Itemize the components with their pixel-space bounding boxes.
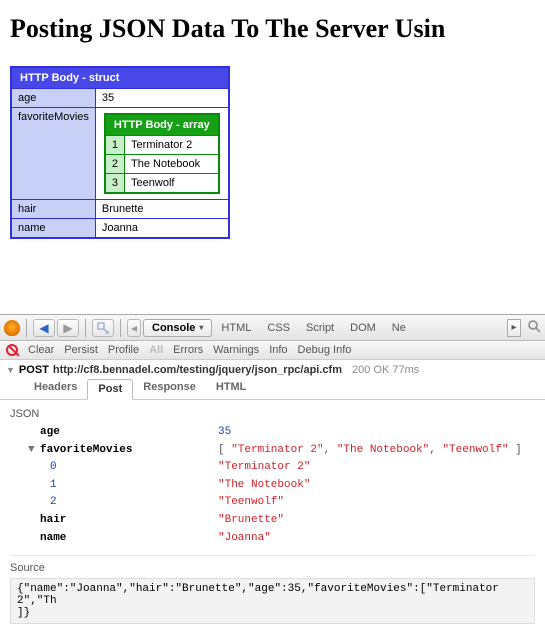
panel-prev-button[interactable]: ◂ — [127, 319, 141, 337]
request-status: 200 OK 77ms — [352, 364, 419, 376]
source-section-header: Source — [10, 555, 535, 578]
twisty-down-icon[interactable]: ▼ — [28, 442, 40, 460]
nav-forward-button[interactable]: ▶ — [57, 319, 79, 337]
tab-dom[interactable]: DOM — [343, 319, 383, 337]
tab-html2[interactable]: HTML — [206, 378, 257, 399]
tab-headers[interactable]: Headers — [24, 378, 87, 399]
json-idx-0: 0 — [28, 461, 57, 473]
json-section-header: JSON — [10, 406, 535, 424]
json-val-name: "Joanna" — [218, 530, 271, 548]
request-line[interactable]: ▼ POST http://cf8.bennadel.com/testing/j… — [0, 360, 545, 378]
json-key-hair: hair — [40, 514, 66, 526]
post-panel: JSON age 35 ▼favoriteMovies [ [ "Termina… — [0, 399, 545, 632]
dump-struct-table: HTTP Body - struct age 35 favoriteMovies… — [10, 66, 230, 239]
dump-val-age: 35 — [95, 89, 228, 108]
tab-css[interactable]: CSS — [260, 319, 297, 337]
toolbar-separator — [120, 319, 121, 337]
json-key-favoriteMovies: favoriteMovies — [40, 444, 132, 456]
request-url: http://cf8.bennadel.com/testing/jquery/j… — [53, 364, 342, 376]
json-val-0: "Terminator 2" — [218, 459, 310, 477]
json-idx-1: 1 — [28, 479, 57, 491]
filter-all[interactable]: All — [149, 344, 163, 356]
request-subtabs: Headers Post Response HTML — [0, 378, 545, 399]
source-text: {"name":"Joanna","hair":"Brunette","age"… — [10, 578, 535, 624]
tab-script[interactable]: Script — [299, 319, 341, 337]
console-tab-label: Console — [152, 322, 195, 334]
dump-key-age: age — [11, 89, 95, 108]
console-tab[interactable]: Console ▾ — [143, 319, 212, 337]
firebug-icon[interactable] — [4, 320, 20, 336]
dump-array-val: Terminator 2 — [125, 136, 219, 155]
dump-val-hair: Brunette — [95, 200, 228, 219]
json-idx-2: 2 — [28, 496, 57, 508]
filter-debug[interactable]: Debug Info — [298, 344, 352, 356]
dump-array-header: HTTP Body - array — [105, 114, 219, 136]
inspect-button[interactable] — [92, 319, 114, 337]
tab-response[interactable]: Response — [133, 378, 206, 399]
twisty-down-icon[interactable]: ▼ — [6, 365, 15, 375]
filter-warnings[interactable]: Warnings — [213, 344, 259, 356]
dump-key-hair: hair — [11, 200, 95, 219]
page-title: Posting JSON Data To The Server Usin — [10, 14, 535, 44]
dump-struct-header: HTTP Body - struct — [11, 67, 229, 89]
toolbar-separator — [85, 319, 86, 337]
json-val-2: "Teenwolf" — [218, 494, 284, 512]
firebug-toolbar: ◀ ▶ ◂ Console ▾ HTML CSS Script DOM Ne ▸ — [0, 315, 545, 341]
dump-val-favoriteMovies: HTTP Body - array 1 Terminator 2 2 The N… — [95, 108, 228, 200]
dump-key-name: name — [11, 219, 95, 239]
json-key-age: age — [40, 426, 60, 438]
json-val-favoriteMovies: [ [ "Terminator 2", "The Notebook", "Tee… — [218, 442, 522, 460]
request-method: POST — [19, 364, 49, 376]
json-key-name: name — [40, 532, 66, 544]
nav-back-button[interactable]: ◀ — [33, 319, 55, 337]
dump-array-idx: 3 — [105, 174, 125, 194]
json-val-age: 35 — [218, 424, 231, 442]
dump-array-idx: 2 — [105, 155, 125, 174]
tab-html[interactable]: HTML — [214, 319, 258, 337]
dump-array-val: Teenwolf — [125, 174, 219, 194]
persist-button[interactable]: Persist — [64, 344, 98, 356]
search-icon[interactable] — [527, 319, 541, 336]
dump-val-name: Joanna — [95, 219, 228, 239]
dump-array-table: HTTP Body - array 1 Terminator 2 2 The N… — [104, 113, 220, 194]
dump-array-val: The Notebook — [125, 155, 219, 174]
toolbar-separator — [26, 319, 27, 337]
tab-net[interactable]: Ne — [385, 319, 413, 337]
dropdown-icon: ▾ — [199, 323, 203, 332]
clear-button[interactable]: Clear — [28, 344, 54, 356]
firebug-panel: ◀ ▶ ◂ Console▾ HTML CSS Script DOM Ne ▸ … — [0, 314, 545, 632]
json-tree: age 35 ▼favoriteMovies [ [ "Terminator 2… — [10, 424, 535, 547]
filter-info[interactable]: Info — [269, 344, 287, 356]
json-val-1: "The Notebook" — [218, 477, 310, 495]
profile-button[interactable]: Profile — [108, 344, 139, 356]
tab-post[interactable]: Post — [87, 379, 133, 400]
filter-errors[interactable]: Errors — [173, 344, 203, 356]
firebug-subtoolbar: Clear Persist Profile All Errors Warning… — [0, 341, 545, 360]
dump-array-idx: 1 — [105, 136, 125, 155]
dump-key-favoriteMovies: favoriteMovies — [11, 108, 95, 200]
forbid-icon[interactable] — [6, 344, 18, 356]
json-val-hair: "Brunette" — [218, 512, 284, 530]
panel-next-button[interactable]: ▸ — [507, 319, 521, 337]
